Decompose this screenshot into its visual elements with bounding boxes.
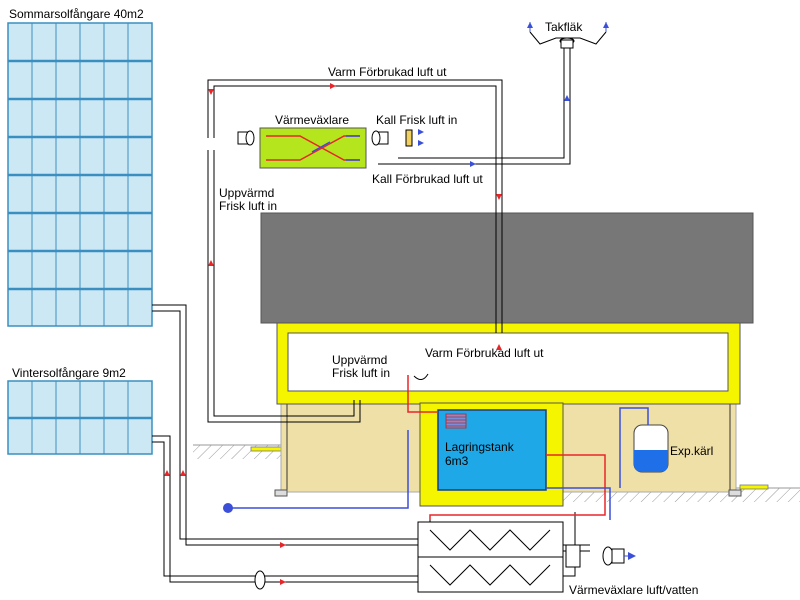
- solar-air-heating-diagram: Sommarsolfångare 40m2 Vintersolfångare 9…: [7, 7, 800, 597]
- hrv-label: Värmeväxlare: [275, 113, 349, 127]
- tank-volume-label: 6m3: [445, 454, 469, 468]
- pump-icon: [223, 503, 233, 513]
- air-water-hx-label: Värmeväxlare luft/vatten: [569, 583, 698, 597]
- expansion-vessel: [633, 424, 669, 473]
- summer-solar-collector: [7, 22, 153, 327]
- roof-fan-icon: [529, 31, 607, 49]
- inside-heated-label-1: Uppvärmd: [332, 353, 387, 367]
- tank-heat-coil-icon: [445, 413, 467, 429]
- winter-solar-collector: [7, 380, 153, 455]
- inside-heated-label-2: Frisk luft in: [332, 366, 390, 380]
- warm-exhaust-top-label: Varm Förbrukad luft ut: [328, 65, 447, 79]
- air-water-heat-exchanger: [417, 521, 581, 593]
- winter-collector-label: Vintersolfångare 9m2: [12, 366, 126, 380]
- cold-exhaust-out-label: Kall Förbrukad luft ut: [372, 172, 483, 186]
- cold-fresh-in-label: Kall Frisk luft in: [376, 113, 457, 127]
- heated-fresh-label-2: Frisk luft in: [219, 199, 277, 213]
- warm-exhaust-inside-label: Varm Förbrukad luft ut: [425, 346, 544, 360]
- exp-vessel-label: Exp.kärl: [670, 444, 713, 458]
- heated-fresh-label-1: Uppvärmd: [219, 186, 274, 200]
- tank-label: Lagringstank: [445, 440, 515, 454]
- roof-fan-label: Takfläk: [545, 20, 583, 34]
- heat-recovery-unit: [259, 127, 367, 169]
- roof: [260, 212, 754, 324]
- summer-collector-label: Sommarsolfångare 40m2: [9, 7, 144, 21]
